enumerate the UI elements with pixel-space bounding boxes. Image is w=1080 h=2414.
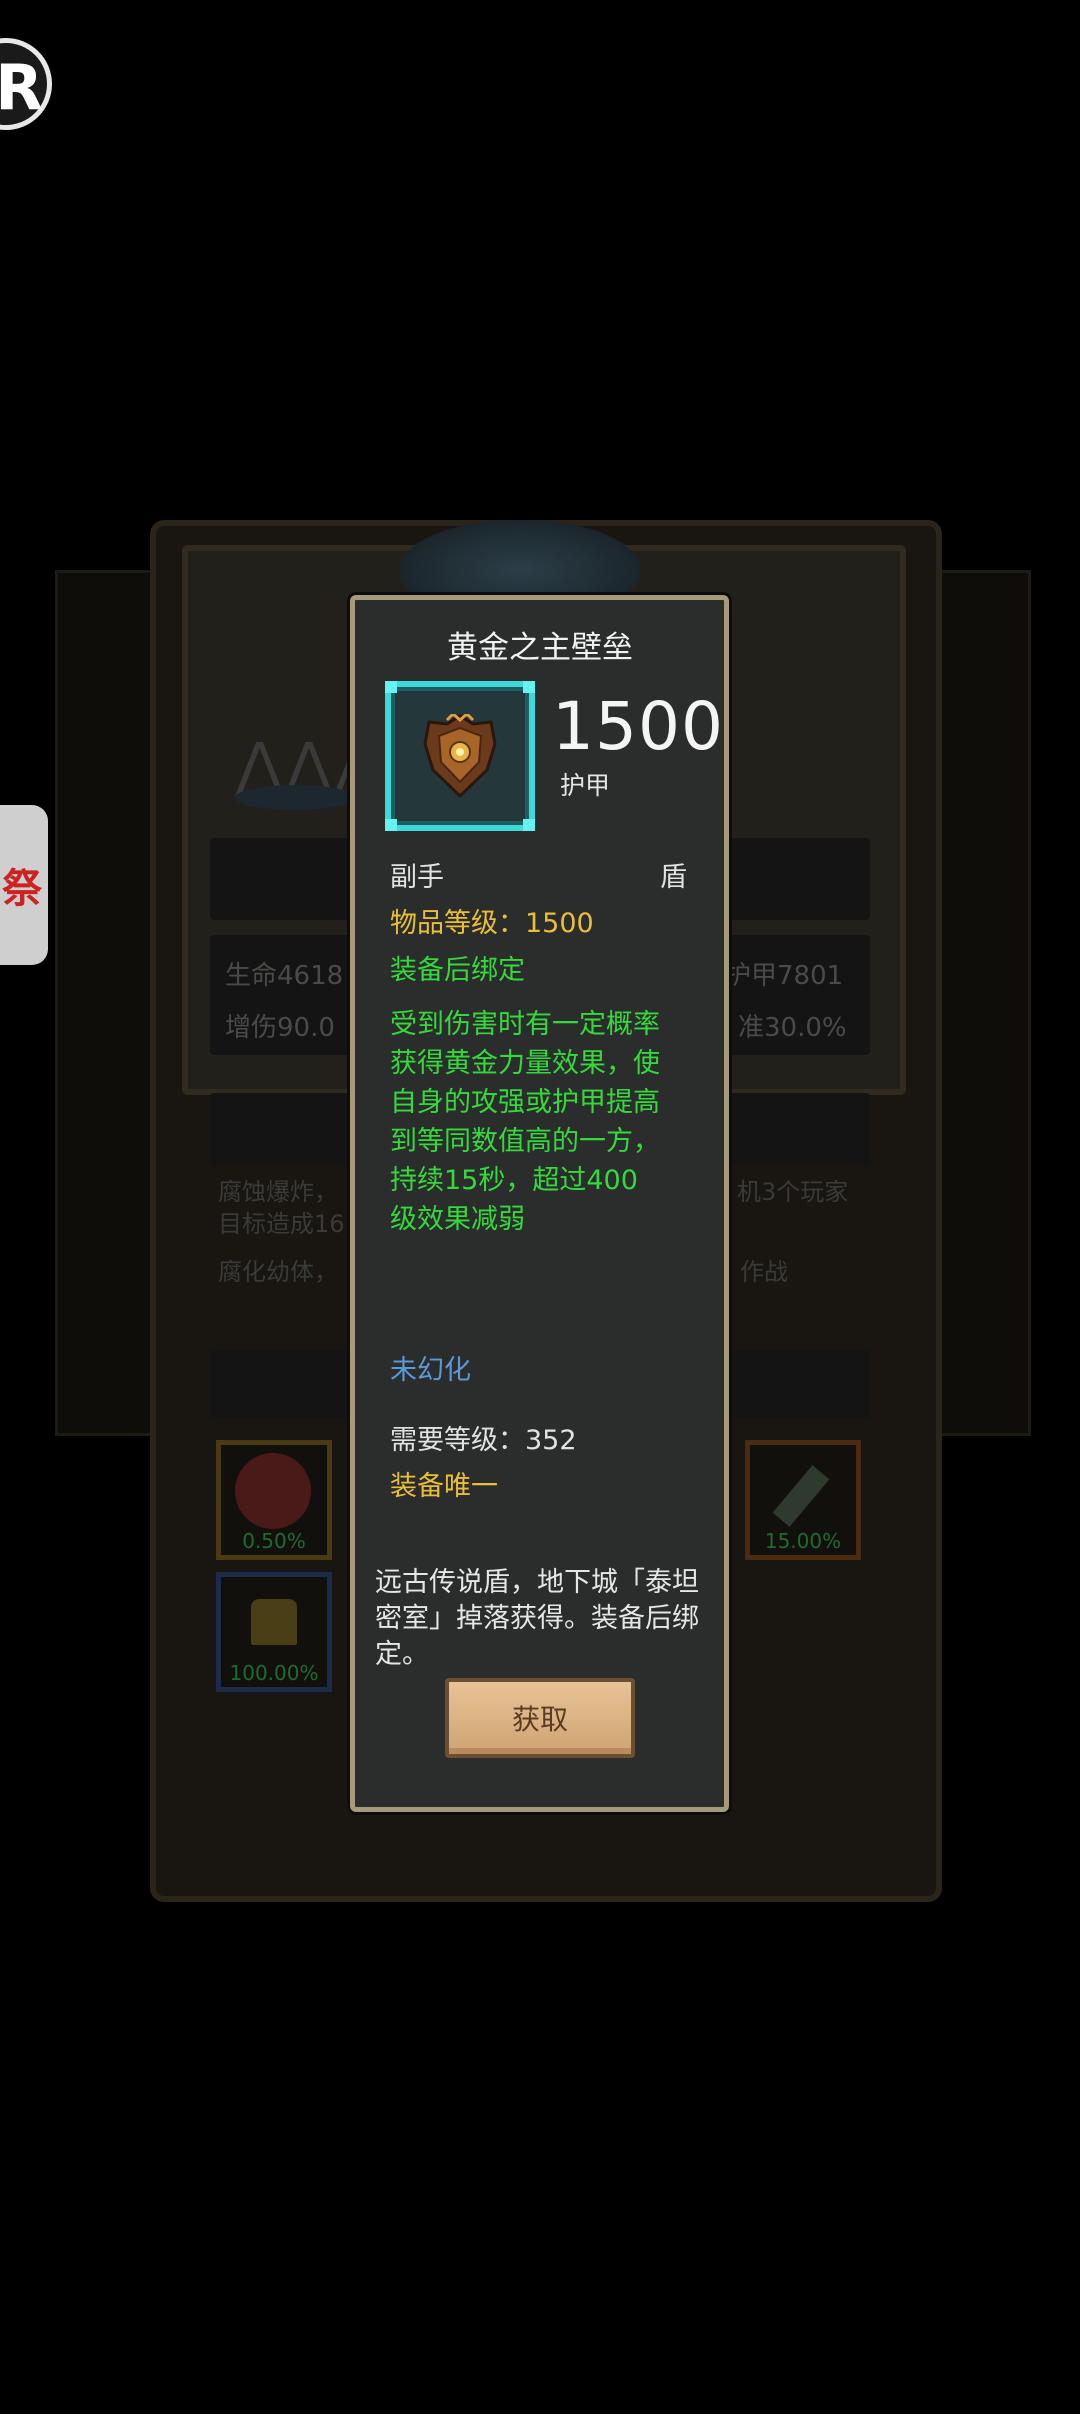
screen-recorder-button[interactable]: R <box>0 38 52 130</box>
armor-label: 护甲 <box>560 771 611 800</box>
floating-side-tab[interactable]: 祭 <box>0 805 48 965</box>
stat-hp: 生命4618 <box>225 961 344 991</box>
unique-equip: 装备唯一 <box>390 1471 498 1502</box>
transmog-status: 未幻化 <box>390 1355 471 1386</box>
bind-rule: 装备后绑定 <box>390 955 525 986</box>
item-name: 黄金之主壁垒 <box>447 630 633 666</box>
item-level: 物品等级：1500 <box>390 908 594 939</box>
drop-slot-3[interactable]: 100.00% <box>216 1572 332 1692</box>
stat-damage: 增伤90.0 <box>225 1013 335 1043</box>
item-slot: 副手 <box>390 862 444 893</box>
skill-line-1-end: 机3个玩家 <box>737 1178 849 1206</box>
skill-line-2: 目标造成16 <box>218 1210 345 1238</box>
drop-slot-2[interactable]: 15.00% <box>745 1440 861 1560</box>
skill-line-3: 腐化幼体， <box>218 1258 338 1286</box>
skill-line-1: 腐蚀爆炸， <box>218 1178 338 1206</box>
helmet-icon <box>251 1599 297 1645</box>
armor-value: 1500 <box>552 688 724 765</box>
drop-rate: 0.50% <box>242 1529 306 1553</box>
obtain-button[interactable]: 获取 <box>445 1678 635 1758</box>
rock-decoration <box>235 785 355 810</box>
item-effect-description: 受到伤害时有一定概率获得黄金力量效果，使自身的攻强或护甲提高到等同数值高的一方，… <box>390 1009 660 1235</box>
skill-line-3-end: 作战 <box>740 1258 788 1286</box>
drop-rate: 15.00% <box>764 1529 842 1553</box>
drop-slot-1[interactable]: 0.50% <box>216 1440 332 1560</box>
item-lore-text: 远古传说盾，地下城「泰坦密室」掉落获得。装备后绑定。 <box>375 1567 699 1670</box>
required-level: 需要等级：352 <box>390 1425 577 1456</box>
drop-rate: 100.00% <box>229 1661 319 1685</box>
item-type: 盾 <box>660 862 687 893</box>
stat-armor: 护甲7801 <box>725 961 844 991</box>
stat-accuracy: 准30.0% <box>738 1013 847 1043</box>
red-mask-icon <box>235 1453 311 1529</box>
golden-shield-icon <box>423 714 497 798</box>
obtain-button-label: 获取 <box>511 1703 568 1736</box>
dagger-icon <box>772 1465 830 1527</box>
